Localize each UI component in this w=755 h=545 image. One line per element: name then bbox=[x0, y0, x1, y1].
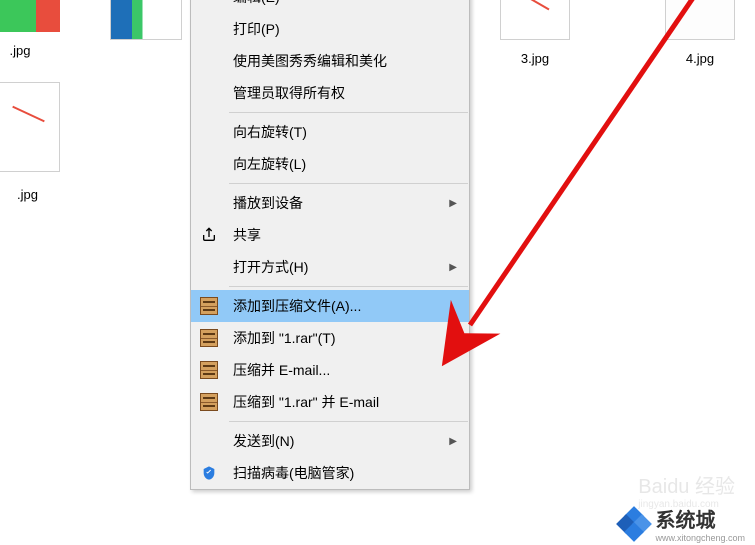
logo-text: 系统城 www.xitongcheng.com bbox=[655, 504, 745, 543]
menu-label: 使用美图秀秀编辑和美化 bbox=[233, 51, 387, 71]
rar-icon bbox=[199, 328, 219, 348]
menu-send-to[interactable]: 发送到(N) ▶ bbox=[191, 425, 469, 457]
context-menu: 编辑(E) 打印(P) 使用美图秀秀编辑和美化 管理员取得所有权 向右旋转(T)… bbox=[190, 0, 470, 490]
menu-compress-email[interactable]: 压缩并 E-mail... bbox=[191, 354, 469, 386]
file-thumbnail[interactable]: 3.jpg bbox=[500, 0, 570, 66]
menu-share[interactable]: 共享 bbox=[191, 219, 469, 251]
thumbnail-image bbox=[110, 0, 182, 40]
logo-diamond-icon bbox=[619, 509, 649, 539]
menu-label: 向左旋转(L) bbox=[233, 154, 306, 174]
menu-label: 播放到设备 bbox=[233, 193, 303, 213]
menu-label: 添加到 "1.rar"(T) bbox=[233, 328, 336, 348]
shield-icon bbox=[199, 463, 219, 483]
thumbnail-image bbox=[0, 0, 60, 32]
file-thumbnail[interactable]: 4.jpg bbox=[665, 0, 735, 66]
thumbnail-image bbox=[665, 0, 735, 40]
rar-icon bbox=[199, 360, 219, 380]
menu-separator bbox=[229, 112, 468, 113]
file-label: .jpg bbox=[0, 43, 60, 58]
menu-compress-1rar-email[interactable]: 压缩到 "1.rar" 并 E-mail bbox=[191, 386, 469, 418]
menu-label: 扫描病毒(电脑管家) bbox=[233, 463, 354, 483]
menu-print[interactable]: 打印(P) bbox=[191, 13, 469, 45]
menu-add-to-1rar[interactable]: 添加到 "1.rar"(T) bbox=[191, 322, 469, 354]
share-icon bbox=[199, 225, 219, 245]
rar-icon bbox=[199, 296, 219, 316]
menu-edit[interactable]: 编辑(E) bbox=[191, 0, 469, 13]
menu-rotate-right[interactable]: 向右旋转(T) bbox=[191, 116, 469, 148]
file-thumbnail-selected[interactable] bbox=[110, 0, 182, 43]
thumbnail-image bbox=[0, 82, 60, 172]
submenu-arrow-icon: ▶ bbox=[449, 198, 457, 209]
menu-add-to-archive[interactable]: 添加到压缩文件(A)... bbox=[191, 290, 469, 322]
menu-cast-device[interactable]: 播放到设备 ▶ bbox=[191, 187, 469, 219]
thumbnail-image bbox=[500, 0, 570, 40]
menu-rotate-left[interactable]: 向左旋转(L) bbox=[191, 148, 469, 180]
menu-label: 打印(P) bbox=[233, 19, 280, 39]
menu-label: 压缩并 E-mail... bbox=[233, 360, 330, 380]
file-label: 3.jpg bbox=[500, 51, 570, 66]
menu-separator bbox=[229, 183, 468, 184]
menu-label: 编辑(E) bbox=[233, 0, 280, 7]
submenu-arrow-icon: ▶ bbox=[449, 262, 457, 273]
menu-separator bbox=[229, 286, 468, 287]
menu-label: 打开方式(H) bbox=[233, 257, 308, 277]
menu-label: 压缩到 "1.rar" 并 E-mail bbox=[233, 392, 379, 412]
file-thumbnail[interactable]: .jpg bbox=[0, 82, 60, 202]
menu-label: 添加到压缩文件(A)... bbox=[233, 296, 361, 316]
watermark-text: Baidu 经验 bbox=[638, 476, 735, 498]
menu-separator bbox=[229, 421, 468, 422]
logo-sub: www.xitongcheng.com bbox=[655, 533, 745, 543]
file-label: 4.jpg bbox=[665, 51, 735, 66]
file-label: .jpg bbox=[0, 187, 60, 202]
menu-label: 管理员取得所有权 bbox=[233, 83, 345, 103]
logo-xitongcheng: 系统城 www.xitongcheng.com bbox=[619, 504, 745, 543]
menu-open-with[interactable]: 打开方式(H) ▶ bbox=[191, 251, 469, 283]
menu-scan-virus[interactable]: 扫描病毒(电脑管家) bbox=[191, 457, 469, 489]
rar-icon bbox=[199, 392, 219, 412]
submenu-arrow-icon: ▶ bbox=[449, 436, 457, 447]
menu-admin-ownership[interactable]: 管理员取得所有权 bbox=[191, 77, 469, 109]
menu-label: 共享 bbox=[233, 225, 261, 245]
menu-label: 发送到(N) bbox=[233, 431, 294, 451]
menu-meitu-edit[interactable]: 使用美图秀秀编辑和美化 bbox=[191, 45, 469, 77]
file-thumbnail[interactable]: .jpg bbox=[0, 0, 60, 58]
menu-label: 向右旋转(T) bbox=[233, 122, 307, 142]
